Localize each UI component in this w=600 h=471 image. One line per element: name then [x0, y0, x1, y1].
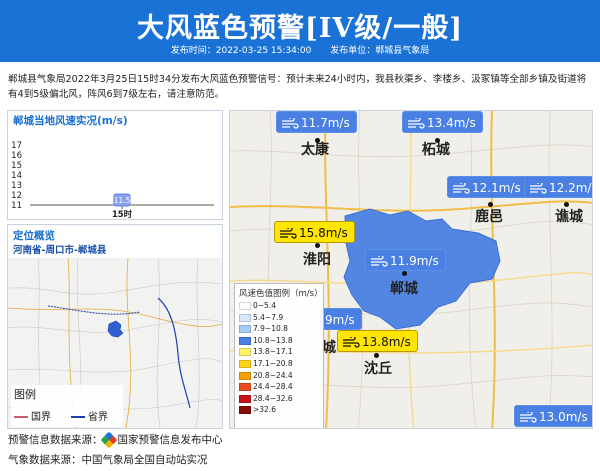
- wind-speed-panel: 郸城当地风速实况(m/s) 17 16 15 14 13 12 11 11.5 15时: [7, 110, 223, 220]
- legend-label: 28.4~32.6: [253, 393, 293, 403]
- weather-source-line: 气象数据来源：中国气象局全国自动站实况: [8, 454, 208, 466]
- city-label-taikang: 太康: [301, 142, 329, 158]
- wind-chip-southeast: 13.0m/s: [514, 405, 592, 427]
- legend-label: 24.4~28.4: [253, 382, 293, 392]
- legend-swatch: [239, 359, 251, 368]
- wind-icon: [282, 117, 299, 129]
- city-label-shenqiu: 沈丘: [364, 361, 392, 377]
- legend-label: 17.1~20.8: [253, 358, 293, 368]
- wind-chip-dancheng: 11.9m/s: [365, 249, 446, 271]
- legend-swatch: [239, 383, 251, 392]
- wind-chip-luyi: 12.1m/s: [447, 176, 528, 198]
- legend-swatch: [239, 394, 251, 403]
- legend-label: 7.9~10.8: [253, 324, 288, 334]
- legend-row-1: 5.4~7.9: [235, 312, 323, 324]
- y-tick-label: 12: [11, 191, 22, 201]
- legend-row-4: 13.8~17.1: [235, 346, 323, 358]
- publish-time: 发布时间：2022-03-25 15:34:00: [170, 46, 312, 56]
- warning-center-name: 国家预警信息发布中心: [117, 434, 223, 446]
- national-border-swatch: [14, 416, 28, 418]
- wind-icon: [520, 411, 537, 423]
- location-subtitle: 河南省-周口市-郸城县: [13, 245, 107, 256]
- overview-legend: 图例 国界 省界: [11, 385, 123, 427]
- city-label-partial: 城: [322, 340, 336, 356]
- legend-label: >32.6: [253, 405, 276, 415]
- legend-swatch: [239, 325, 251, 334]
- wind-icon: [530, 182, 547, 194]
- legend-row-8: 28.4~32.6: [235, 393, 323, 405]
- wind-map-panel: 太康 柘城 鹿邑 谯城 淮阳 郸城 沈丘 城 11.7m/s 13.4m/s 1…: [229, 110, 593, 429]
- city-label-qiaocheng: 谯城: [555, 209, 583, 225]
- legend-swatch: [239, 302, 251, 310]
- legend-swatch: [239, 406, 251, 415]
- legend-label: 13.8~17.1: [253, 347, 293, 357]
- x-tick-label: 15时: [112, 209, 133, 220]
- wind-legend-title: 风速色值图例（m/s）: [239, 289, 323, 299]
- provincial-border-swatch: [71, 416, 85, 418]
- legend-label: 10.8~13.8: [253, 335, 293, 345]
- wind-speed-chart: 17161514131211 11.5 15时: [11, 141, 214, 220]
- legend-item-national: 国界: [14, 408, 51, 423]
- wind-chip-taikang: 11.7m/s: [276, 111, 357, 133]
- warning-meta: 发布时间：2022-03-25 15:34:00 发布单位：郸城县气象局: [0, 43, 600, 56]
- legend-swatch: [239, 371, 251, 380]
- y-tick-label: 15: [11, 161, 22, 171]
- y-tick-label: 17: [11, 141, 22, 151]
- legend-swatch: [239, 348, 251, 357]
- location-panel: 定位概览 河南省-周口市-郸城县 图例 国界 省界: [7, 224, 223, 429]
- city-label-dancheng: 郸城: [390, 281, 418, 297]
- wind-chip-qiaocheng: 12.2m/: [524, 176, 592, 198]
- y-tick-label: 16: [11, 151, 22, 161]
- city-label-huaiyang: 淮阳: [303, 252, 331, 268]
- data-label: 11.5: [114, 196, 131, 205]
- warning-title: 大风蓝色预警[IV级/一般]: [137, 13, 463, 44]
- legend-row-9: >32.6: [235, 404, 323, 416]
- wind-color-legend: 风速色值图例（m/s） 0~5.4 5.4~7.9 7.9~10.8 10.8~13.…: [234, 283, 324, 428]
- wind-icon: [280, 227, 297, 239]
- legend-row-6: 20.8~24.4: [235, 370, 323, 382]
- legend-label: 0~5.4: [253, 301, 276, 310]
- wind-chip-huaiyang: 15.8m/s: [274, 221, 355, 243]
- wind-icon: [453, 182, 470, 194]
- legend-row-0: 0~5.4: [235, 300, 323, 312]
- legend-swatch: [239, 336, 251, 345]
- y-tick-label: 11: [11, 201, 22, 211]
- legend-label: 5.4~7.9: [253, 312, 284, 322]
- wind-chip-partial: 9m/s: [320, 308, 362, 330]
- wind-chip-shenqiu: 13.8m/s: [337, 330, 418, 352]
- wind-icon: [408, 117, 425, 129]
- overview-legend-title: 图例: [14, 388, 36, 401]
- wind-icon: [371, 255, 388, 267]
- legend-row-2: 7.9~10.8: [235, 323, 323, 335]
- y-tick-label: 13: [11, 181, 22, 191]
- y-tick-label: 14: [11, 171, 22, 181]
- warning-header: 大风蓝色预警[IV级/一般] 发布时间：2022-03-25 15:34:00 …: [0, 0, 600, 62]
- legend-row-3: 10.8~13.8: [235, 335, 323, 347]
- wind-legend-rows: 0~5.4 5.4~7.9 7.9~10.8 10.8~13.8 13.8~17.1 17…: [235, 300, 323, 416]
- warning-source-line: 预警信息数据来源： 国家预警信息发布中心: [8, 431, 223, 449]
- publisher: 发布单位：郸城县气象局: [330, 46, 430, 56]
- legend-label: 20.8~24.4: [253, 370, 293, 380]
- city-label-luyi: 鹿邑: [475, 209, 503, 225]
- legend-row-5: 17.1~20.8: [235, 358, 323, 370]
- legend-row-7: 24.4~28.4: [235, 381, 323, 393]
- warning-notice: 郸城县气象局2022年3月25日15时34分发布大风蓝色预警信号：预计未来24小…: [8, 74, 587, 100]
- city-label-zhecheng: 柘城: [422, 142, 450, 158]
- wind-icon: [343, 336, 360, 348]
- legend-swatch: [239, 313, 251, 322]
- wind-chip-zhecheng: 13.4m/s: [402, 111, 483, 133]
- location-title: 定位概览: [13, 230, 55, 242]
- legend-item-provincial: 省界: [71, 408, 108, 423]
